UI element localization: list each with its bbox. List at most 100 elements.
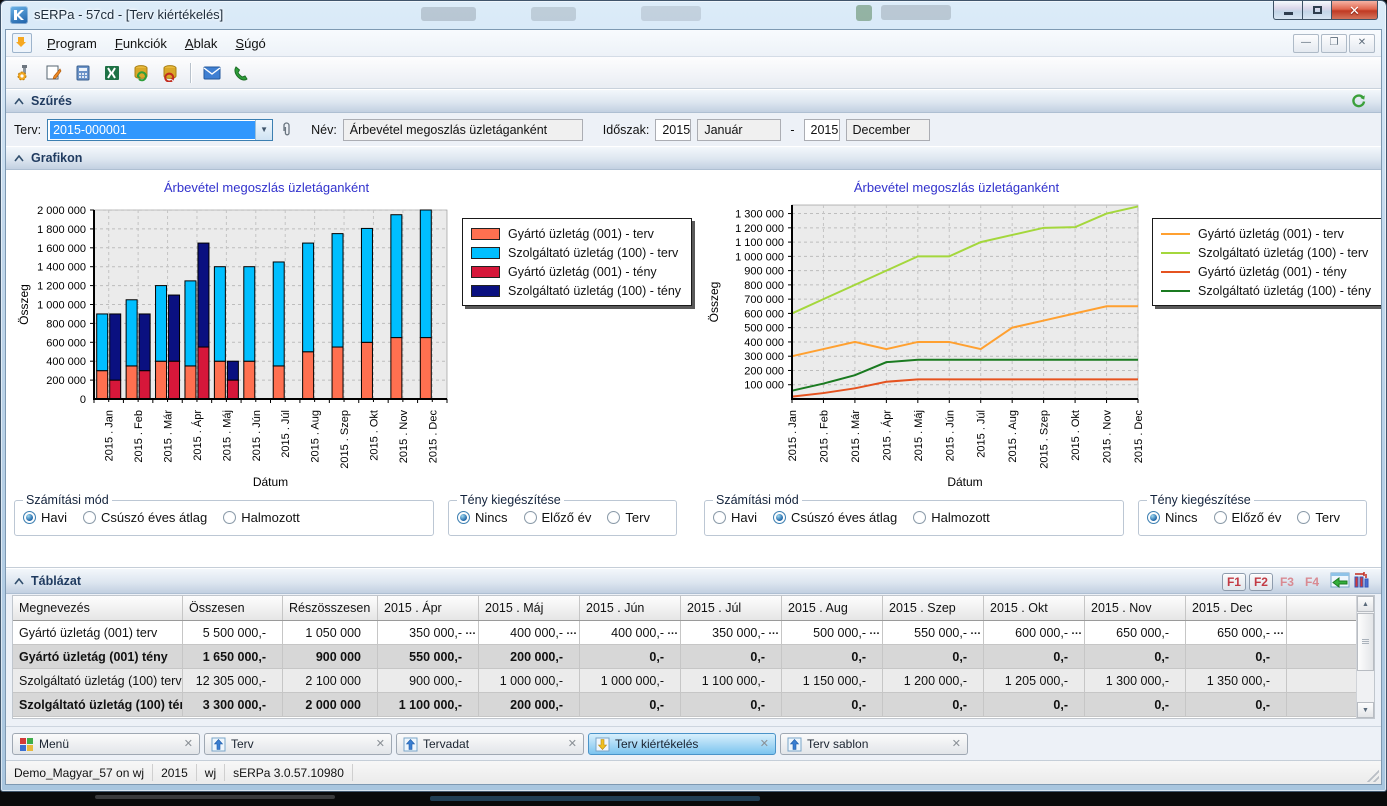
radio-icon[interactable] [524,511,537,524]
column-header[interactable]: 2015 . Júl [681,596,782,620]
table-cell[interactable]: 1 100 000,- [681,669,782,693]
scroll-up-icon[interactable]: ▲ [1357,596,1374,612]
mail-icon[interactable] [199,61,225,85]
column-header[interactable]: 2015 . Dec [1186,596,1287,620]
chevron-down-icon[interactable]: ▼ [255,120,272,140]
radio-icon[interactable] [1214,511,1227,524]
table-cell[interactable]: 0,- [883,645,984,669]
scrollbar-thumb[interactable] [1357,613,1374,671]
table-cell[interactable]: 1 050 000 [283,621,378,645]
radio-icon[interactable] [1297,511,1310,524]
table-cell[interactable]: 1 100 000,- [378,693,479,717]
attachment-icon[interactable] [279,120,293,140]
column-header[interactable]: 2015 . Okt [984,596,1085,620]
mdi-restore-button[interactable]: ❐ [1321,34,1347,53]
radio-option[interactable]: Csúszó éves átlag [773,510,897,525]
radio-icon[interactable] [223,511,236,524]
table-cell[interactable]: 1 000 000,- [479,669,580,693]
radio-option[interactable]: Halmozott [913,510,990,525]
column-header[interactable]: 2015 . Ápr [378,596,479,620]
table-cell[interactable]: 2 000 000 [283,693,378,717]
table-cell[interactable]: 1 200 000,- [883,669,984,693]
section-header-szures[interactable]: Szűrés [6,89,1381,113]
table-cell[interactable]: 350 000,-… [681,621,782,645]
tab-tervadat[interactable]: Tervadat✕ [396,733,584,755]
cell-ellipsis-icon[interactable]: … [869,625,880,637]
table-cell[interactable]: 0,- [681,645,782,669]
resize-grip[interactable] [1367,770,1379,782]
column-header[interactable]: 2015 . Szep [883,596,984,620]
menu-item-program[interactable]: Program [38,33,106,54]
menu-item-súgó[interactable]: Súgó [226,33,274,54]
radio-icon[interactable] [713,511,726,524]
column-chart-icon[interactable] [1353,571,1371,593]
radio-option[interactable]: Havi [713,510,757,525]
tab-close-icon[interactable]: ✕ [952,739,961,750]
menu-item-funkciók[interactable]: Funkciók [106,33,176,54]
radio-icon[interactable] [607,511,620,524]
table-cell[interactable]: Gyártó üzletág (001) terv [13,621,183,645]
table-cell[interactable]: 3 300 000,- [183,693,283,717]
radio-option[interactable]: Halmozott [223,510,300,525]
table-cell[interactable]: 0,- [1085,693,1186,717]
tab-terv-sablon[interactable]: Terv sablon✕ [780,733,968,755]
table-cell[interactable]: Szolgáltató üzletág (100) terv [13,669,183,693]
table-cell[interactable]: Szolgáltató üzletág (100) tény [13,693,183,717]
table-cell[interactable]: 400 000,-… [479,621,580,645]
tab-close-icon[interactable]: ✕ [760,739,769,750]
database-refresh-icon[interactable] [128,61,154,85]
table-cell[interactable]: 0,- [1085,645,1186,669]
radio-selected-icon[interactable] [773,511,786,524]
table-cell[interactable]: 650 000,-… [1186,621,1287,645]
column-header[interactable]: 2015 . Nov [1085,596,1186,620]
table-cell[interactable]: 1 350 000,- [1186,669,1287,693]
table-cell[interactable]: 12 305 000,- [183,669,283,693]
cell-ellipsis-icon[interactable]: … [970,625,981,637]
radio-selected-icon[interactable] [23,511,36,524]
mdi-minimize-button[interactable]: — [1293,34,1319,53]
radio-option[interactable]: Terv [1297,510,1340,525]
tab-close-icon[interactable]: ✕ [568,739,577,750]
cell-ellipsis-icon[interactable]: … [1273,625,1284,637]
table-cell[interactable]: 650 000,- [1085,621,1186,645]
menu-item-ablak[interactable]: Ablak [176,33,227,54]
table-cell[interactable]: 0,- [984,645,1085,669]
column-header[interactable]: 2015 . Jún [580,596,681,620]
table-cell[interactable]: 900 000 [283,645,378,669]
table-cell[interactable]: 0,- [984,693,1085,717]
table-cell[interactable]: 0,- [681,693,782,717]
excel-icon[interactable] [99,61,125,85]
vertical-scrollbar[interactable]: ▲ ▼ [1356,596,1374,718]
table-row[interactable]: Szolgáltató üzletág (100) terv12 305 000… [13,669,1356,693]
titlebar[interactable]: sERPa - 57cd - [Terv kiértékelés] ✕ [1,1,1386,29]
radio-option[interactable]: Előző év [1214,510,1282,525]
table-cell[interactable]: 0,- [782,693,883,717]
table-cell[interactable]: 900 000,- [378,669,479,693]
radio-icon[interactable] [83,511,96,524]
table-cell[interactable]: 550 000,-… [883,621,984,645]
table-cell[interactable]: 0,- [883,693,984,717]
table-cell[interactable]: 200 000,- [479,645,580,669]
table-cell[interactable]: 200 000,- [479,693,580,717]
mdi-close-button[interactable]: ✕ [1349,34,1375,53]
table-cell[interactable]: 1 000 000,- [580,669,681,693]
table-cell[interactable]: 600 000,-… [984,621,1085,645]
table-cell[interactable]: 500 000,-… [782,621,883,645]
table-cell[interactable]: 5 500 000,- [183,621,283,645]
tab-terv[interactable]: Terv✕ [204,733,392,755]
cell-ellipsis-icon[interactable]: … [1071,625,1082,637]
column-header[interactable]: Összesen [183,596,283,620]
column-header[interactable]: Részösszesen [283,596,378,620]
table-cell[interactable]: 1 205 000,- [984,669,1085,693]
export-back-icon[interactable] [1330,572,1350,593]
table-cell[interactable]: 350 000,-… [378,621,479,645]
refresh-icon[interactable] [1350,92,1367,114]
table-row[interactable]: Gyártó üzletág (001) tény1 650 000,-900 … [13,645,1356,669]
function-key-button-f1[interactable]: F1 [1222,573,1246,591]
bar-chart[interactable]: 200 000400 000600 000800 0001 000 0001 2… [14,195,459,491]
table-row[interactable]: Szolgáltató üzletág (100) tény3 300 000,… [13,693,1356,717]
table-cell[interactable]: 550 000,- [378,645,479,669]
radio-option[interactable]: Csúszó éves átlag [83,510,207,525]
table-cell[interactable]: 0,- [580,693,681,717]
function-key-button-f4[interactable]: F4 [1301,574,1323,590]
